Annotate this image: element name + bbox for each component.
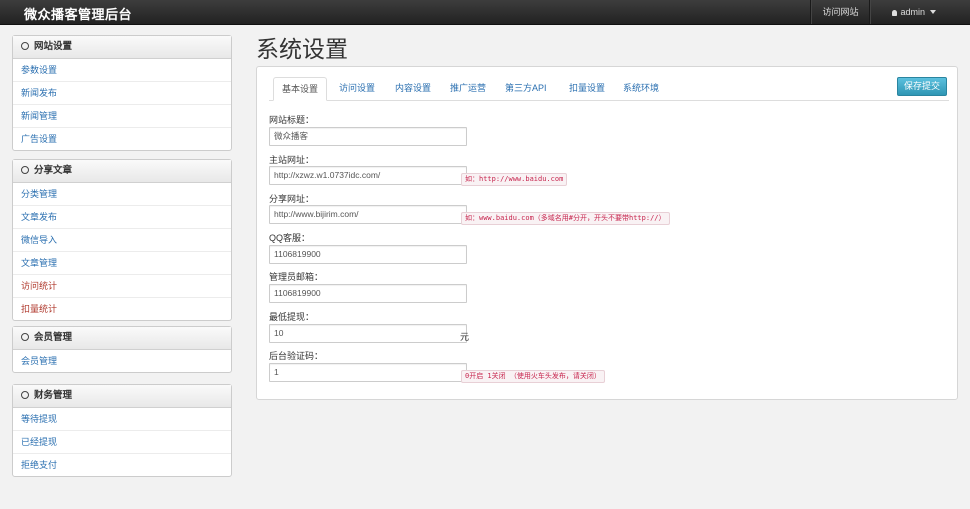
top-navbar: 微众播客管理后台 访问网站 admin [0,0,970,25]
panel-title: 网站设置 [34,41,73,52]
panel-header: 网站设置 [13,36,231,59]
settings-tabs: 基本设置 访问设置 内容设置 推广运营 第三方API 扣量设置 系统环境 [269,77,949,101]
navbar-right: 访问网站 admin [810,0,970,24]
panel-header: 财务管理 [13,385,231,408]
sidebar-item-pending-withdraw[interactable]: 等待提现 [13,408,231,431]
sidebar-item-deduct-stats[interactable]: 扣量统计 [13,298,231,320]
visit-site-link[interactable]: 访问网站 [810,0,869,24]
sidebar-item-news-manage[interactable]: 新闻管理 [13,105,231,128]
user-icon [892,10,898,16]
panel-title: 会员管理 [34,332,73,343]
captcha-hint: 0开启 1关闭 （使用火车头发布，请关闭） [461,370,605,383]
user-name: admin [900,7,925,17]
user-menu[interactable]: admin [869,0,970,24]
dashboard-icon [21,391,29,399]
tab-access[interactable]: 访问设置 [331,77,383,99]
min-withdraw-input[interactable]: 10 [269,324,467,343]
dashboard-icon [21,42,29,50]
save-button[interactable]: 保存提交 [897,77,947,96]
sidebar-item-wechat-import[interactable]: 微信导入 [13,229,231,252]
sidebar-item-article-manage[interactable]: 文章管理 [13,252,231,275]
sidebar-item-ads[interactable]: 广告设置 [13,128,231,150]
panel-header: 会员管理 [13,327,231,350]
sidebar-item-params[interactable]: 参数设置 [13,59,231,82]
sidebar-panel-site-settings: 网站设置 参数设置 新闻发布 新闻管理 广告设置 [12,35,232,151]
site-title-input[interactable]: 微众播客 [269,127,467,146]
tab-content[interactable]: 内容设置 [387,77,439,99]
page-title: 系统设置 [256,37,348,63]
tab-deduct[interactable]: 扣量设置 [561,77,613,99]
sidebar-item-withdrawn[interactable]: 已经提现 [13,431,231,454]
share-url-hint: 如：www.baidu.com（多域名用#分开，开头不要带http://） [461,212,670,225]
dashboard-icon [21,166,29,174]
currency-unit: 元 [460,332,470,342]
sidebar-item-member-manage[interactable]: 会员管理 [13,350,231,372]
tab-basic[interactable]: 基本设置 [273,77,328,101]
sidebar-panel-share-articles: 分享文章 分类管理 文章发布 微信导入 文章管理 访问统计 扣量统计 [12,159,232,321]
field-label-captcha: 后台验证码： [269,351,324,361]
tab-system-env[interactable]: 系统环境 [615,77,667,99]
sidebar-item-article-publish[interactable]: 文章发布 [13,206,231,229]
main-url-input[interactable]: http://xzwz.w1.0737idc.com/ [269,166,467,185]
settings-content: 基本设置 访问设置 内容设置 推广运营 第三方API 扣量设置 系统环境 保存提… [256,66,958,400]
share-url-input[interactable]: http://www.bijirim.com/ [269,205,467,224]
admin-email-input[interactable]: 1106819900 [269,284,467,303]
tab-third-party-api[interactable]: 第三方API [497,77,555,99]
field-label-share-url: 分享网址： [269,194,315,204]
sidebar-item-news-publish[interactable]: 新闻发布 [13,82,231,105]
tab-promotion[interactable]: 推广运营 [442,77,494,99]
sidebar-item-category[interactable]: 分类管理 [13,183,231,206]
panel-title: 财务管理 [34,390,73,401]
captcha-input[interactable]: 1 [269,363,467,382]
main-url-hint: 如：http://www.baidu.com [461,173,568,186]
qq-input[interactable]: 1106819900 [269,245,467,264]
panel-title: 分享文章 [34,165,73,176]
sidebar-item-visit-stats[interactable]: 访问统计 [13,275,231,298]
field-label-qq: QQ客服： [269,233,311,243]
dashboard-icon [21,333,29,341]
field-label-admin-email: 管理员邮箱： [269,272,324,282]
sidebar-item-rejected[interactable]: 拒绝支付 [13,454,231,476]
field-label-main-url: 主站网址： [269,155,315,165]
field-label-site-title: 网站标题： [269,115,315,125]
panel-header: 分享文章 [13,160,231,183]
sidebar-panel-finance: 财务管理 等待提现 已经提现 拒绝支付 [12,384,232,477]
app-title[interactable]: 微众播客管理后台 [24,4,132,23]
field-label-min-withdraw: 最低提现： [269,312,315,322]
sidebar-panel-members: 会员管理 会员管理 [12,326,232,373]
chevron-down-icon [930,10,936,14]
